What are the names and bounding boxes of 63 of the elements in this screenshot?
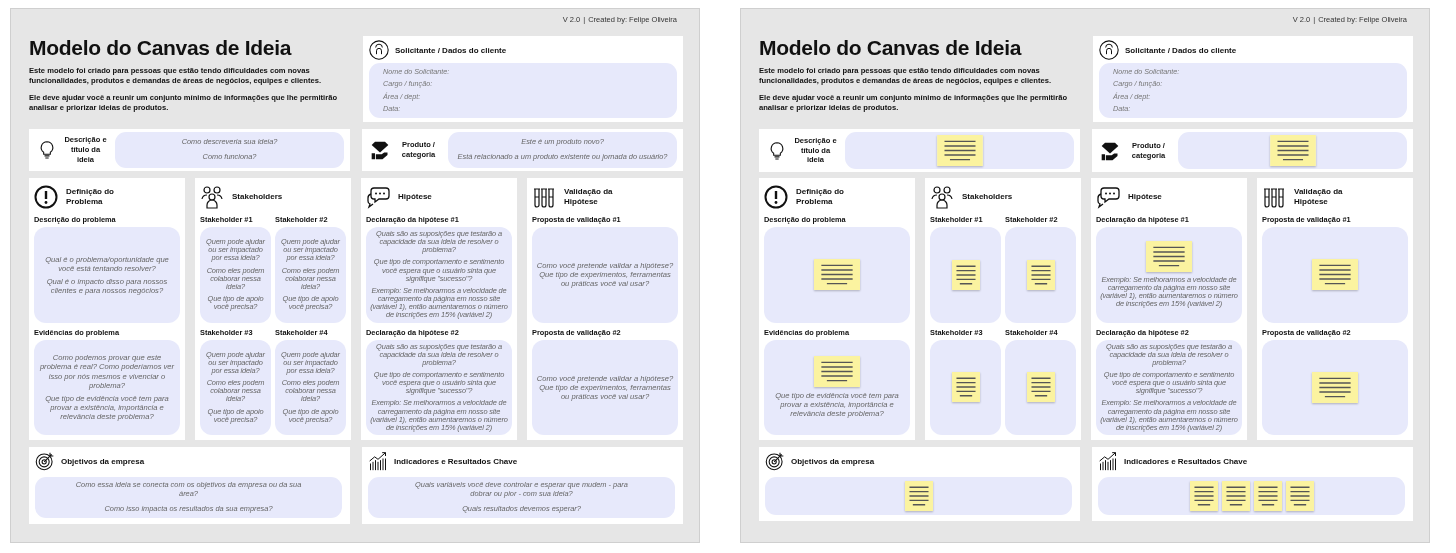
section-title: Hipótese: [398, 192, 433, 202]
input-field[interactable]: [1098, 477, 1405, 515]
input-field[interactable]: [1178, 132, 1407, 169]
exclamation-icon: [764, 185, 788, 209]
sticky-note[interactable]: [1312, 259, 1358, 291]
input-field[interactable]: [1005, 339, 1076, 435]
input-field[interactable]: [765, 477, 1072, 515]
sticky-note[interactable]: [814, 356, 860, 388]
section-title: Definição do Problema: [796, 187, 845, 207]
section-title: Objetivos da empresa: [61, 456, 145, 466]
section-title: Stakeholders: [232, 192, 284, 202]
section-title: Indicadores e Resultados Chave: [394, 456, 518, 466]
sticky-note[interactable]: [1189, 481, 1218, 511]
sticky-note[interactable]: [1253, 481, 1282, 511]
exclamation-icon: [34, 185, 58, 209]
sticky-note[interactable]: [1146, 240, 1192, 272]
target-icon: [765, 451, 785, 471]
section-title: Validação da Hipótese: [1294, 187, 1344, 207]
input-field[interactable]: [1262, 227, 1408, 323]
section-title: Definição do Problema: [66, 187, 115, 207]
input-field[interactable]: [845, 132, 1074, 169]
section-title: Objetivos da empresa: [791, 456, 875, 466]
input-field[interactable]: [930, 227, 1001, 323]
input-field[interactable]: [1262, 339, 1408, 435]
people-icon: [200, 185, 224, 209]
sticky-note[interactable]: [1026, 372, 1055, 403]
person-icon: [1099, 40, 1119, 60]
test-tubes-icon: [532, 185, 556, 209]
sticky-note[interactable]: [904, 481, 933, 511]
sticky-note[interactable]: [936, 135, 983, 166]
input-field[interactable]: [366, 339, 512, 435]
sticky-note[interactable]: [814, 259, 860, 291]
growth-chart-icon: [368, 451, 388, 471]
sticky-note[interactable]: [1026, 259, 1055, 290]
input-field[interactable]: [1096, 339, 1242, 435]
input-field[interactable]: [34, 339, 180, 435]
sticky-note[interactable]: [1221, 481, 1250, 511]
input-field[interactable]: [366, 227, 512, 323]
diamond-hand-icon: [370, 140, 390, 160]
section-title: Solicitante / Dados do cliente: [395, 45, 507, 55]
sticky-note[interactable]: [951, 372, 980, 403]
section-title: Validação da Hipótese: [564, 187, 614, 207]
input-field[interactable]: [764, 227, 910, 323]
sticky-note[interactable]: [951, 259, 980, 290]
chat-bubbles-icon: [1096, 185, 1120, 209]
sticky-note[interactable]: [1269, 135, 1316, 166]
person-icon: [369, 40, 389, 60]
page-title: Modelo do Canvas de Ideia: [29, 36, 293, 60]
input-field[interactable]: [1005, 227, 1076, 323]
target-icon: [35, 451, 55, 471]
sticky-note[interactable]: [1312, 371, 1358, 403]
section-title: Hipótese: [1128, 192, 1163, 202]
diamond-hand-icon: [1100, 140, 1120, 161]
input-field[interactable]: [930, 339, 1001, 435]
growth-chart-icon: [1098, 451, 1118, 471]
test-tubes-icon: [1262, 185, 1286, 209]
section-title: Solicitante / Dados do cliente: [1125, 45, 1237, 55]
section-title: Indicadores e Resultados Chave: [1124, 456, 1248, 466]
sticky-note[interactable]: [1285, 481, 1314, 511]
chat-bubbles-icon: [366, 185, 390, 209]
people-icon: [930, 185, 954, 209]
section-title: Stakeholders: [962, 192, 1014, 202]
page-title: Modelo do Canvas de Ideia: [759, 36, 1023, 60]
